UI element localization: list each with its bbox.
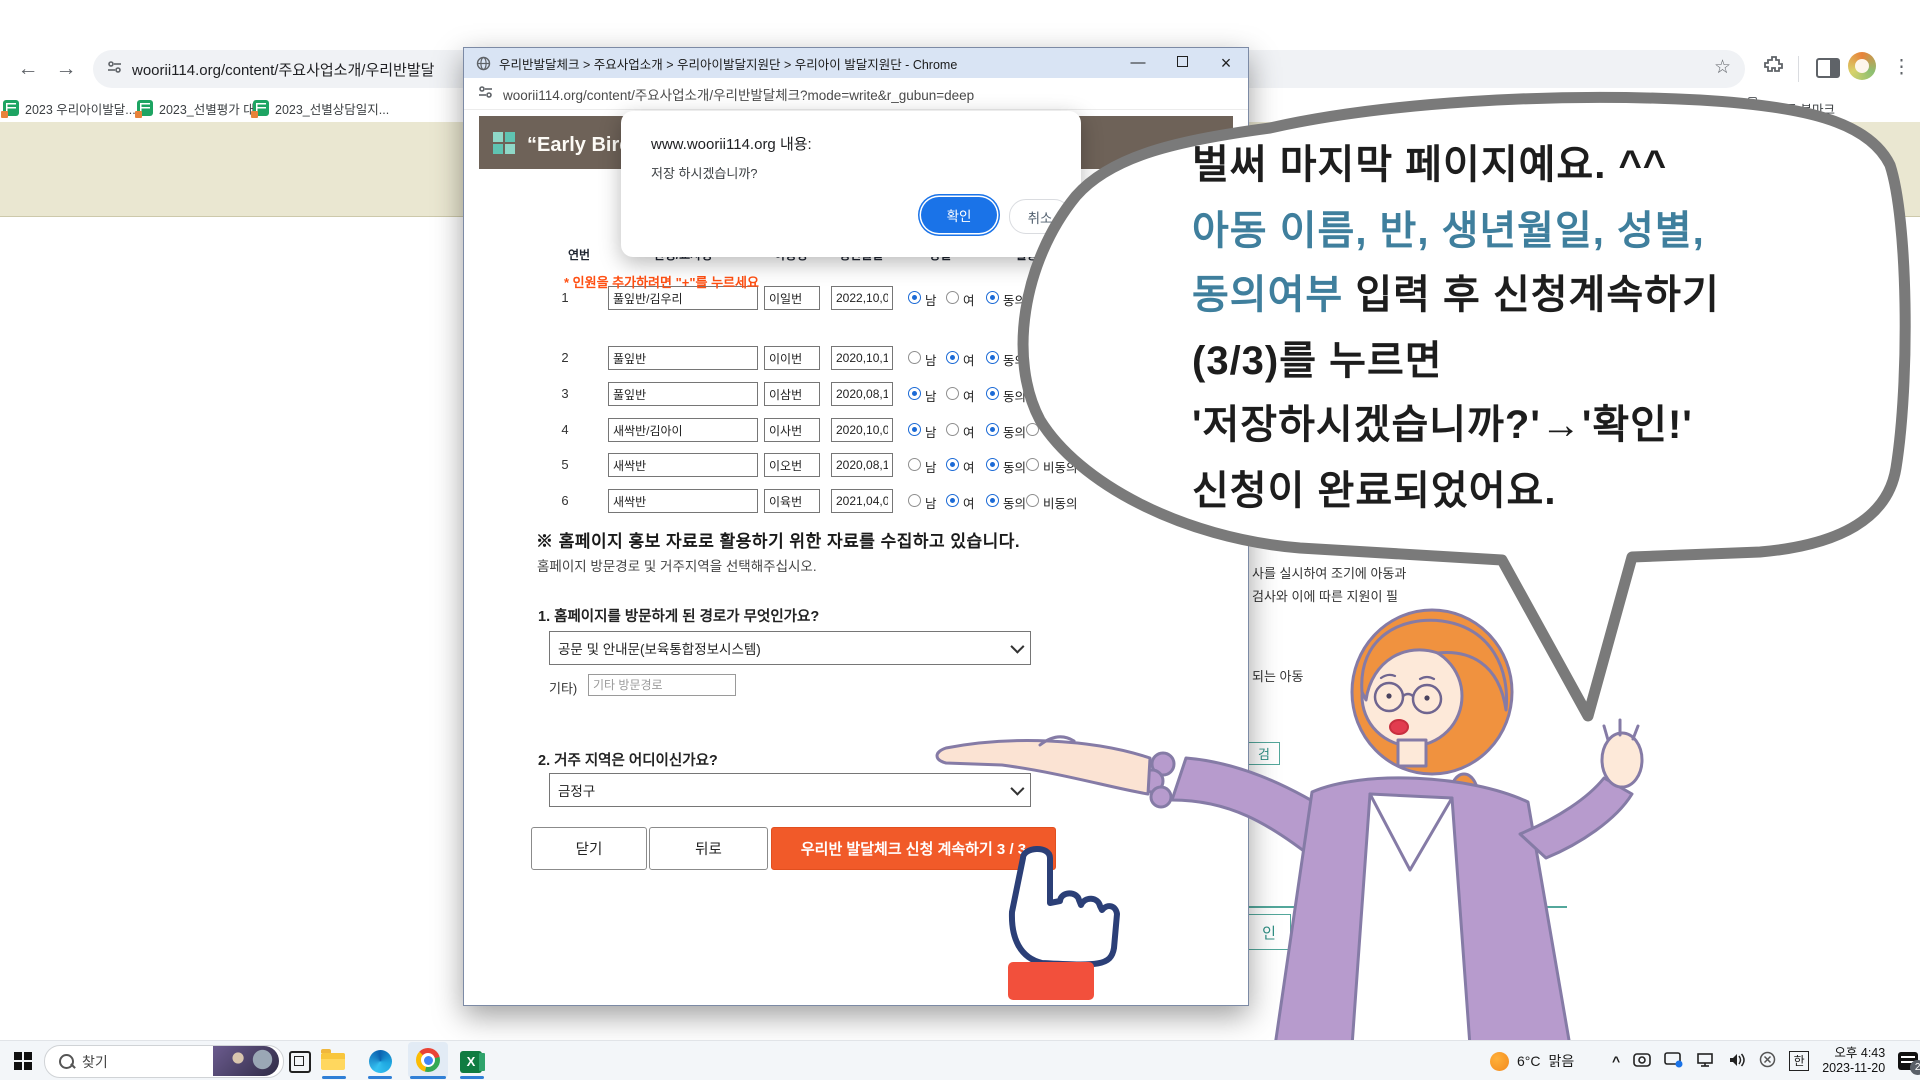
notification-badge: 2 <box>1910 1060 1920 1075</box>
search-placeholder: 찾기 <box>82 1052 108 1072</box>
search-icon <box>59 1054 74 1069</box>
taskbar: 찾기 X 6°C 맑음 ^ 한 오후 4:43 2023-11-20 2 <box>0 1040 1920 1080</box>
volume-icon[interactable] <box>1728 1052 1746 1071</box>
display-sync-icon[interactable] <box>1664 1052 1683 1071</box>
ime-indicator[interactable]: 한 <box>1789 1051 1809 1071</box>
desktop: ← → woorii114.org/content/주요사업소개/우리반발달 ☆… <box>0 0 1920 1080</box>
weather-desc[interactable]: 맑음 <box>1549 1051 1575 1071</box>
weather-temp[interactable]: 6°C <box>1517 1053 1541 1069</box>
network-icon[interactable] <box>1696 1052 1715 1071</box>
chrome-icon <box>416 1048 440 1072</box>
file-explorer-icon[interactable] <box>320 1049 346 1073</box>
edge-icon[interactable] <box>367 1049 393 1073</box>
excel-icon[interactable]: X <box>458 1049 484 1073</box>
running-indicator <box>368 1076 392 1079</box>
weather-icon[interactable] <box>1490 1052 1509 1071</box>
task-view-icon[interactable] <box>287 1049 313 1073</box>
hidden-icons-chevron[interactable]: ^ <box>1612 1053 1620 1069</box>
safely-remove-icon[interactable] <box>1759 1051 1776 1071</box>
chrome-taskbar-active[interactable] <box>408 1042 448 1078</box>
running-indicator <box>322 1076 346 1079</box>
start-button[interactable] <box>14 1052 32 1070</box>
search-highlight-image[interactable] <box>213 1046 279 1076</box>
running-indicator <box>410 1076 446 1079</box>
capture-icon[interactable] <box>1633 1052 1651 1071</box>
notification-icon[interactable]: 2 <box>1898 1052 1918 1070</box>
pointer-hand-icon <box>0 0 1920 1080</box>
clock-date: 2023-11-20 <box>1822 1061 1885 1076</box>
clock-time: 오후 4:43 <box>1822 1046 1885 1061</box>
clock[interactable]: 오후 4:43 2023-11-20 <box>1822 1046 1885 1076</box>
running-indicator <box>460 1076 484 1079</box>
